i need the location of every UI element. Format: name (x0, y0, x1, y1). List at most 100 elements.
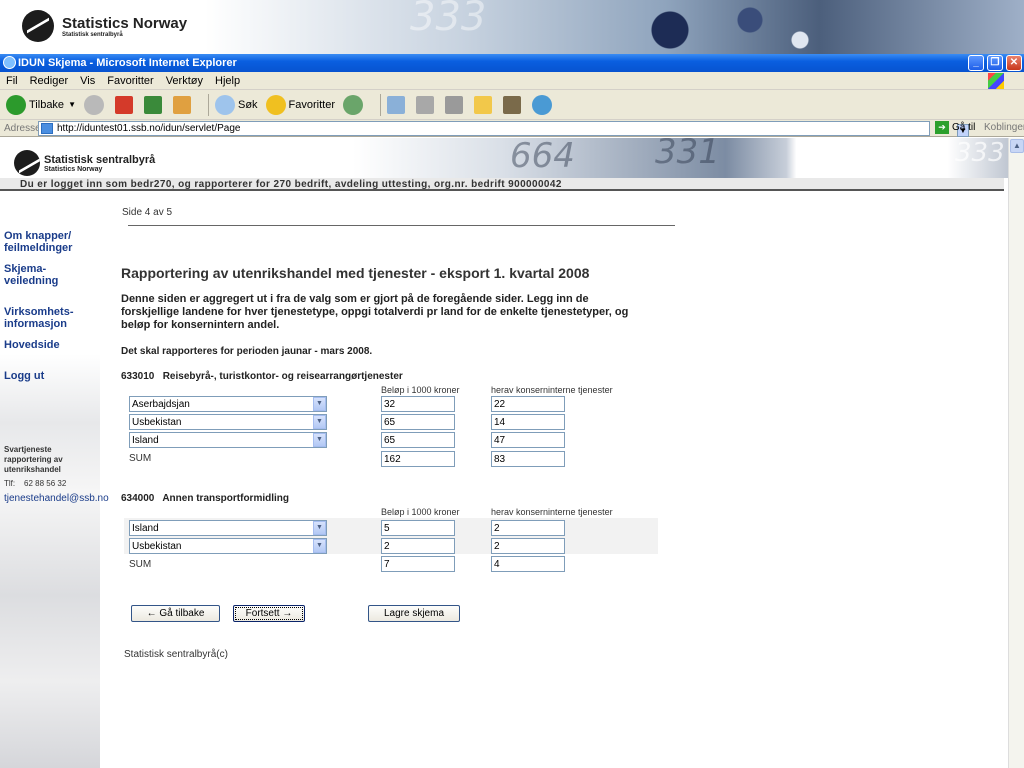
stop-icon (114, 95, 133, 114)
links-toolbar[interactable]: Koblinger (984, 122, 1024, 133)
banner-decoration (600, 0, 1024, 54)
continue-button[interactable]: Fortsett → (233, 605, 305, 622)
toolbar: Tilbake ▼ Søk Favoritter (0, 90, 1024, 120)
divider (128, 225, 675, 226)
nav-company-info[interactable]: Virksomhets- informasjon (4, 306, 74, 330)
footer-copyright: Statistisk sentralbyrå(c) (124, 649, 228, 660)
refresh-button[interactable] (143, 95, 165, 114)
ssb-logo-icon (22, 10, 54, 42)
maximize-button[interactable]: ❐ (987, 55, 1003, 71)
section-2-row-2-country[interactable]: Usbekistan (129, 538, 327, 554)
section-2-row-1-amount[interactable] (381, 520, 455, 536)
section-1-row-2-country[interactable]: Usbekistan (129, 414, 327, 430)
top-banner: 333 Statistics Norway Statistisk sentral… (0, 0, 1024, 54)
home-button[interactable] (172, 95, 194, 114)
page-counter: Side 4 av 5 (122, 207, 173, 218)
section-1-row-1-country[interactable]: Aserbajdsjan (129, 396, 327, 412)
section-1-row-1-amount[interactable] (381, 396, 455, 412)
header-digits-3: 333 (955, 138, 1005, 168)
section-2-col-intra: herav konserninterne tjenester (491, 507, 613, 517)
folder-button[interactable] (474, 95, 495, 114)
section-2-row-2-intra[interactable] (491, 538, 565, 554)
menu-bar: Fil Rediger Vis Favoritter Verktøy Hjelp (0, 72, 1024, 90)
print-button[interactable] (416, 95, 437, 114)
save-form-button[interactable]: Lagre skjema (368, 605, 460, 622)
contact-email-link[interactable]: tjenestehandel@ssb.no (4, 493, 109, 505)
header-digits-2: 331 (655, 138, 720, 172)
search-button[interactable]: Søk (214, 94, 258, 115)
history-button[interactable] (343, 94, 366, 115)
history-icon (343, 94, 364, 115)
menu-help[interactable]: Hjelp (215, 75, 240, 87)
print-icon (416, 95, 435, 114)
ssb-site-logo: Statistisk sentralbyrå Statistics Norway (14, 150, 155, 176)
section-1-sum-label: SUM (129, 453, 152, 464)
page-viewport: 664 331 333 Statistisk sentralbyrå Stati… (0, 138, 1008, 768)
go-button[interactable]: ➔ Gå til (935, 121, 975, 134)
section-1-row-2-amount[interactable] (381, 414, 455, 430)
menu-edit[interactable]: Rediger (30, 75, 69, 87)
stop-button[interactable] (114, 95, 136, 114)
section-1-row-3-amount[interactable] (381, 432, 455, 448)
section-2-row-1-intra[interactable] (491, 520, 565, 536)
forward-button[interactable] (83, 94, 107, 115)
window-title: IDUN Skjema - Microsoft Internet Explore… (18, 57, 237, 69)
section-2-row-1-country[interactable]: Island (129, 520, 327, 536)
nav-help-buttons[interactable]: Om knapper/ feilmeldinger (4, 230, 72, 254)
contact-phone: Tlf: 62 88 56 32 (4, 479, 67, 488)
section-2-title: 634000 Annen transportformidling (121, 493, 289, 504)
menu-file[interactable]: Fil (6, 75, 18, 87)
nav-home[interactable]: Hovedside (4, 339, 60, 351)
menu-tools[interactable]: Verktøy (166, 75, 203, 87)
favorites-button[interactable]: Favoritter (265, 94, 336, 115)
nav-form-guide[interactable]: Skjema- veiledning (4, 263, 58, 287)
site-header: 664 331 333 Statistisk sentralbyrå Stati… (0, 138, 1008, 178)
menu-favorites[interactable]: Favoritter (107, 75, 153, 87)
minimize-button[interactable]: _ (968, 55, 984, 71)
address-label: Adresse (4, 122, 41, 134)
section-2-col-amount: Beløp i 1000 kroner (381, 507, 460, 517)
logo-subtitle: Statistisk sentralbyrå (62, 31, 123, 38)
main-content: Side 4 av 5 Rapportering av utenrikshand… (100, 193, 1008, 768)
ie-icon (3, 56, 16, 69)
menu-view[interactable]: Vis (80, 75, 95, 87)
window-title-bar: IDUN Skjema - Microsoft Internet Explore… (0, 54, 1024, 72)
folder-icon (474, 95, 493, 114)
address-url: http://iduntest01.ssb.no/idun/servlet/Pa… (57, 123, 241, 134)
page-title: Rapportering av utenrikshandel med tjene… (121, 265, 590, 281)
search-icon (214, 94, 235, 115)
favorites-label: Favoritter (288, 98, 336, 111)
section-2-row-2-amount[interactable] (381, 538, 455, 554)
messenger-icon (532, 94, 553, 115)
mail-button[interactable] (387, 95, 408, 114)
research-button[interactable] (503, 95, 524, 114)
back-form-button[interactable]: ← Gå tilbake (131, 605, 220, 622)
site-logo-subtitle: Statistics Norway (44, 165, 103, 173)
messenger-button[interactable] (532, 94, 555, 115)
go-label: Gå til (952, 122, 976, 133)
back-arrow-icon (6, 94, 26, 115)
scroll-up-icon[interactable]: ▲ (1010, 139, 1024, 153)
search-label: Søk (237, 98, 258, 111)
vertical-scrollbar[interactable]: ▲ (1008, 138, 1024, 768)
forward-arrow-icon (83, 94, 104, 115)
windows-logo-icon (988, 73, 1004, 89)
section-1-row-3-country[interactable]: Island (129, 432, 327, 448)
period-text: Det skal rapporteres for perioden jaunar… (121, 346, 373, 357)
toolbar-separator (207, 93, 209, 116)
back-dropdown-icon[interactable]: ▼ (68, 100, 76, 109)
nav-logout[interactable]: Logg ut (4, 370, 44, 382)
address-input[interactable]: http://iduntest01.ssb.no/idun/servlet/Pa… (38, 121, 969, 137)
section-1-row-3-intra[interactable] (491, 432, 565, 448)
section-2-sum-label: SUM (129, 559, 152, 570)
edit-button[interactable] (445, 95, 466, 114)
section-1-row-2-intra[interactable] (491, 414, 565, 430)
close-button[interactable]: ✕ (1006, 55, 1022, 71)
banner-digits: 333 (410, 0, 487, 40)
back-button[interactable]: Tilbake ▼ (6, 94, 76, 115)
statistics-norway-logo: Statistics Norway Statistisk sentralbyrå (22, 10, 187, 42)
section-1-title: 633010 Reisebyrå-, turistkontor- og reis… (121, 371, 403, 382)
section-1-row-1-intra[interactable] (491, 396, 565, 412)
left-nav: Om knapper/ feilmeldinger Skjema- veiled… (0, 193, 109, 768)
site-logo-title: Statistisk sentralbyrå (44, 153, 156, 166)
